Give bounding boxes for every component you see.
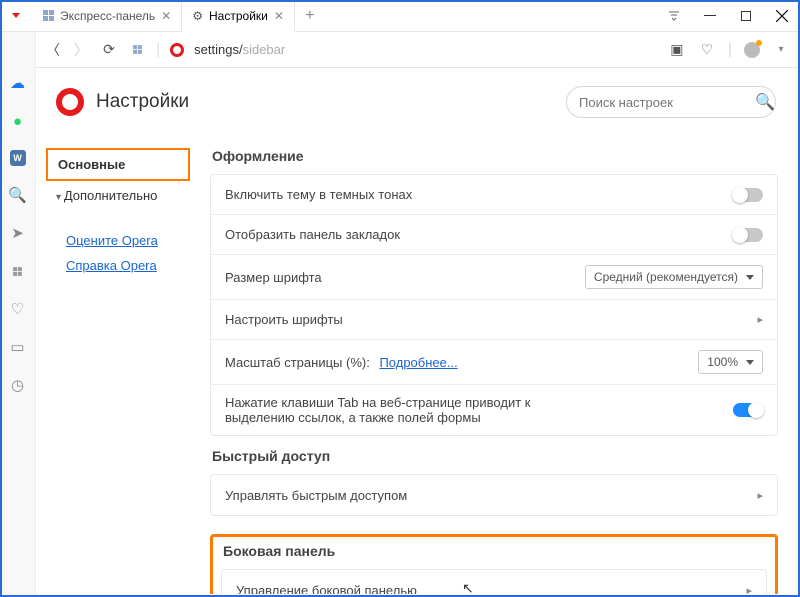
chevron-right-icon: ▸ (757, 313, 763, 326)
snapshot-icon[interactable]: ▣ (668, 41, 686, 59)
speed-dial-icon[interactable] (9, 262, 27, 280)
url-display[interactable]: settings/sidebar (194, 42, 285, 57)
messenger-icon[interactable]: ☁ (9, 74, 27, 92)
row-label: Масштаб страницы (%): Подробнее... (225, 355, 458, 370)
forward-button[interactable]: 〉 (72, 41, 90, 59)
row-show-bookmarks: Отобразить панель закладок (211, 215, 777, 255)
tab-menu-button[interactable] (656, 0, 692, 32)
url-sub: sidebar (243, 42, 286, 57)
opera-menu-button[interactable] (0, 0, 32, 32)
chevron-right-icon: ▸ (757, 489, 763, 502)
settings-content: Оформление Включить тему в темных тонах … (206, 132, 800, 594)
nav-advanced[interactable]: Дополнительно (46, 181, 190, 210)
news-icon[interactable]: ▭ (9, 338, 27, 356)
url-main: settings/ (194, 42, 242, 57)
reload-button[interactable]: ⟳ (100, 41, 118, 59)
row-dark-theme: Включить тему в темных тонах (211, 175, 777, 215)
window-titlebar: Экспресс-панель ✕ ⚙ Настройки ✕ + (0, 0, 800, 32)
address-bar: 〈 〉 ⟳ | settings/sidebar ▣ ♡ | ▾ (0, 32, 800, 68)
search-icon[interactable]: 🔍 (9, 186, 27, 204)
settings-search[interactable]: 🔍 (566, 86, 776, 118)
section-quick-title: Быстрый доступ (212, 448, 778, 464)
section-appearance-title: Оформление (212, 148, 778, 164)
new-tab-button[interactable]: + (295, 7, 325, 25)
row-label: Размер шрифта (225, 270, 322, 285)
row-manage-sidebar[interactable]: Управление боковой панелью ▸ ↖ (222, 570, 766, 594)
magnifier-icon: 🔍 (755, 92, 775, 112)
section-sidebar-title: Боковая панель (223, 543, 767, 559)
history-icon[interactable]: ◷ (9, 376, 27, 394)
nav-basic[interactable]: Основные (46, 148, 190, 181)
row-tab-highlight: Нажатие клавиши Tab на веб-странице прив… (211, 385, 777, 435)
settings-nav: Основные Дополнительно Оцените Opera Спр… (36, 132, 206, 594)
appearance-card: Включить тему в темных тонах Отобразить … (210, 174, 778, 436)
vk-icon[interactable]: W (10, 150, 26, 166)
left-sidebar: ☁ ● W 🔍 ➤ ♡ ▭ ◷ (0, 32, 36, 597)
highlight-sidebar-section: Боковая панель Управление боковой панель… (210, 534, 778, 594)
select-value: Средний (рекомендуется) (594, 270, 738, 284)
row-page-zoom: Масштаб страницы (%): Подробнее... 100% (211, 340, 777, 385)
window-close-button[interactable] (764, 0, 800, 32)
row-label: Управление боковой панелью (236, 583, 417, 595)
profile-button[interactable] (744, 42, 760, 58)
row-font-size: Размер шрифта Средний (рекомендуется) (211, 255, 777, 300)
font-size-select[interactable]: Средний (рекомендуется) (585, 265, 763, 289)
back-button[interactable]: 〈 (44, 41, 62, 59)
opera-logo-icon (56, 88, 84, 116)
send-icon[interactable]: ➤ (9, 224, 27, 242)
row-customize-fonts[interactable]: Настроить шрифты ▸ (211, 300, 777, 340)
row-label: Настроить шрифты (225, 312, 343, 327)
chevron-right-icon: ▸ (746, 584, 752, 595)
chevron-down-icon[interactable]: ▾ (772, 41, 790, 59)
row-manage-quick-access[interactable]: Управлять быстрым доступом ▸ (211, 475, 777, 515)
close-icon[interactable]: ✕ (274, 9, 284, 23)
nav-rate-opera[interactable]: Оцените Opera (46, 228, 190, 253)
window-maximize-button[interactable] (728, 0, 764, 32)
speed-dial-icon (42, 10, 54, 22)
select-value: 100% (707, 355, 738, 369)
close-icon[interactable]: ✕ (161, 9, 171, 23)
settings-header: Настройки 🔍 (36, 68, 800, 132)
tab-settings[interactable]: ⚙ Настройки ✕ (182, 0, 295, 32)
gear-icon: ⚙ (192, 9, 203, 23)
row-label: Отобразить панель закладок (225, 227, 400, 242)
whatsapp-icon[interactable]: ● (9, 112, 27, 130)
cursor-icon: ↖ (462, 580, 474, 594)
tab-label: Экспресс-панель (60, 9, 155, 23)
toggle-tab-highlight[interactable] (733, 403, 763, 417)
bookmarks-icon[interactable]: ♡ (9, 300, 27, 318)
window-minimize-button[interactable] (692, 0, 728, 32)
row-label: Управлять быстрым доступом (225, 488, 407, 503)
sidebar-card: Управление боковой панелью ▸ ↖ (221, 569, 767, 594)
speed-dial-button[interactable] (128, 41, 146, 59)
page-title: Настройки (96, 91, 189, 113)
search-input[interactable] (579, 95, 755, 110)
tab-speed-dial[interactable]: Экспресс-панель ✕ (32, 0, 182, 32)
zoom-learn-more-link[interactable]: Подробнее... (379, 355, 457, 370)
row-label: Нажатие клавиши Tab на веб-странице прив… (225, 395, 585, 425)
toggle-dark-theme[interactable] (733, 188, 763, 202)
heart-icon[interactable]: ♡ (698, 41, 716, 59)
nav-help-opera[interactable]: Справка Opera (46, 253, 190, 278)
quick-access-card: Управлять быстрым доступом ▸ (210, 474, 778, 516)
site-favicon-icon (170, 43, 184, 57)
tab-label: Настройки (209, 9, 268, 23)
row-label: Включить тему в темных тонах (225, 187, 412, 202)
zoom-select[interactable]: 100% (698, 350, 763, 374)
toggle-bookmarks-bar[interactable] (733, 228, 763, 242)
